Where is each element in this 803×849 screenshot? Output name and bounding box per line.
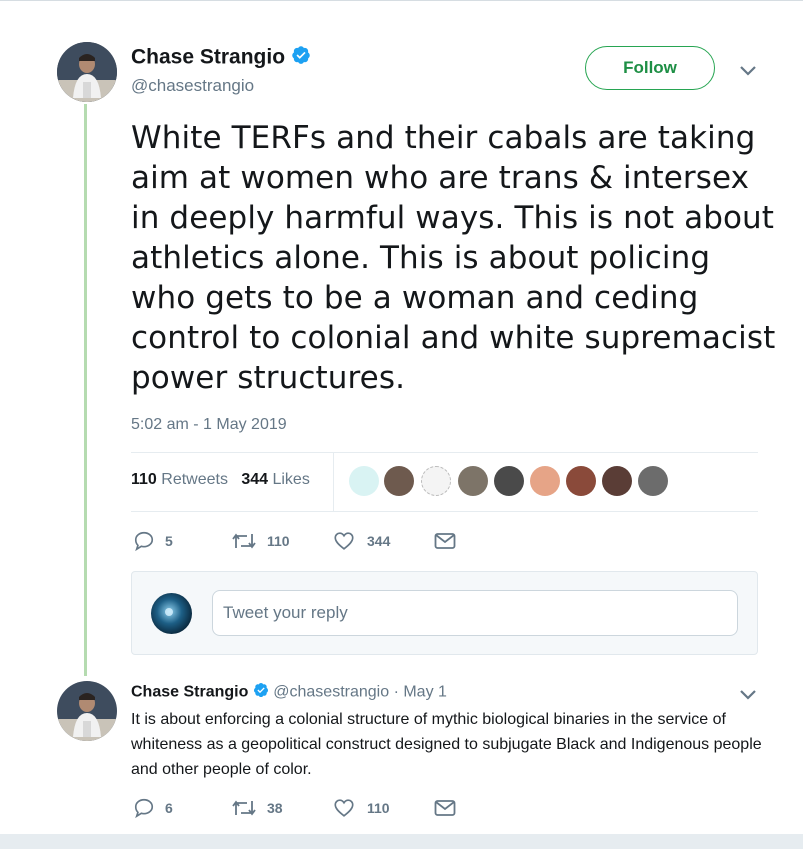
liker-avatar[interactable] (638, 466, 668, 496)
reply-author-avatar[interactable] (57, 681, 117, 741)
author-name[interactable]: Chase Strangio (131, 45, 311, 71)
current-user-avatar[interactable] (151, 593, 192, 634)
reply-count: 6 (165, 800, 173, 816)
like-icon (333, 530, 355, 552)
reply-date[interactable]: · May 1 (394, 684, 447, 701)
retweet-count: 110 (267, 533, 290, 549)
retweet-button[interactable]: 38 (231, 797, 283, 819)
liker-avatar[interactable] (566, 466, 596, 496)
like-count: 344 (367, 533, 391, 549)
tweet-text: White TERFs and their cabals are taking … (131, 120, 776, 396)
like-count: 110 (367, 800, 390, 816)
tweet-timestamp[interactable]: 5:02 am - 1 May 2019 (131, 416, 287, 434)
chevron-down-icon[interactable] (738, 64, 758, 83)
message-icon (434, 532, 456, 550)
chevron-down-icon[interactable] (738, 688, 758, 707)
retweets-stat[interactable]: 110 Retweets (131, 471, 228, 488)
liker-avatar[interactable] (384, 466, 414, 496)
reply-count: 5 (165, 533, 173, 549)
retweet-count: 38 (267, 800, 283, 816)
reply-text: It is about enforcing a colonial structu… (131, 711, 762, 778)
stats-divider (333, 453, 334, 511)
divider (131, 452, 758, 453)
author-name-text[interactable]: Chase Strangio (131, 46, 285, 69)
like-icon (333, 797, 355, 819)
follow-button[interactable]: Follow (585, 46, 715, 90)
liker-avatar[interactable] (458, 466, 488, 496)
reply-header: Chase Strangio @chasestrangio · May 1 (131, 682, 447, 703)
author-avatar[interactable] (57, 42, 117, 102)
message-button[interactable] (434, 799, 456, 817)
reply-icon (133, 530, 155, 552)
reply-button[interactable]: 5 (133, 530, 173, 552)
frame-border (0, 0, 803, 1)
tweet-stats: 110 Retweets 344 Likes (131, 471, 310, 489)
retweet-icon (231, 530, 257, 552)
message-icon (434, 799, 456, 817)
like-button[interactable]: 344 (333, 530, 390, 552)
liker-avatar[interactable] (494, 466, 524, 496)
verified-badge-icon (291, 45, 311, 71)
verified-badge-icon (253, 682, 269, 703)
divider (131, 511, 758, 512)
reply-author-name[interactable]: Chase Strangio (131, 684, 248, 701)
liker-avatar[interactable] (602, 466, 632, 496)
likes-stat[interactable]: 344 Likes (241, 471, 310, 488)
retweet-icon (231, 797, 257, 819)
retweet-button[interactable]: 110 (231, 530, 290, 552)
reply-icon (133, 797, 155, 819)
liker-avatar[interactable] (349, 466, 379, 496)
thread-line (84, 104, 87, 676)
liker-avatar[interactable] (530, 466, 560, 496)
author-handle[interactable]: @chasestrangio (131, 76, 254, 96)
liker-avatar[interactable] (421, 466, 451, 496)
reply-input[interactable]: Tweet your reply (212, 590, 738, 636)
tweet-card: Chase Strangio @chasestrangio Follow Whi… (0, 0, 803, 834)
message-button[interactable] (434, 532, 456, 550)
reply-button[interactable]: 6 (133, 797, 173, 819)
reply-author-handle[interactable]: @chasestrangio (273, 684, 389, 701)
like-button[interactable]: 110 (333, 797, 390, 819)
reply-placeholder: Tweet your reply (223, 603, 348, 622)
